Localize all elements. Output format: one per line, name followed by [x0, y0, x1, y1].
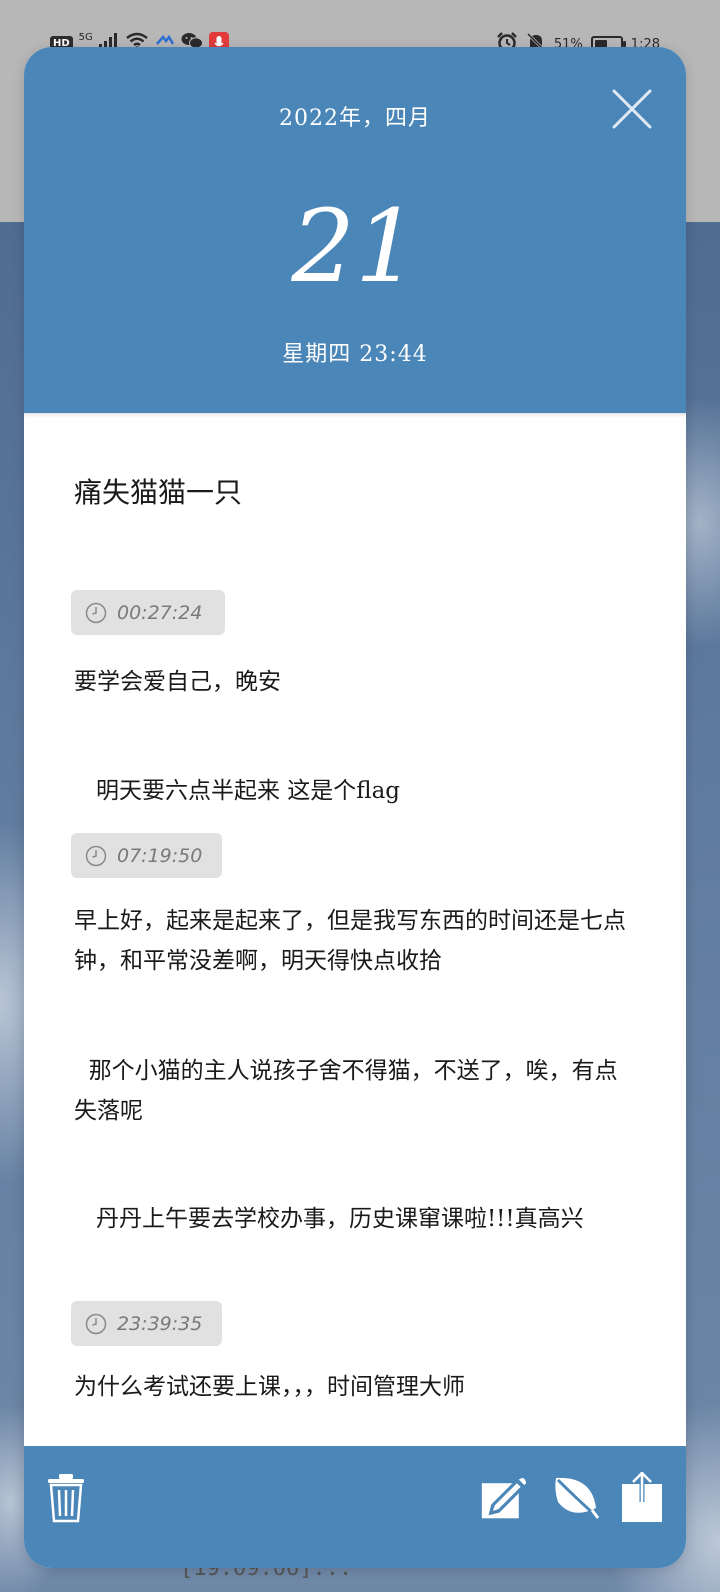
day-number: 21 [291, 188, 419, 305]
leaf-icon [555, 1477, 600, 1519]
share-icon [622, 1472, 662, 1522]
action-toolbar [24, 1446, 686, 1568]
clock-icon [85, 845, 107, 867]
trash-icon [48, 1474, 84, 1523]
theme-button[interactable] [552, 1472, 600, 1524]
note-content[interactable]: 痛失猫猫一只 00:27:24 要学会爱自己，晚安 明天要六点半起来 这是个fl… [24, 413, 686, 1446]
edit-icon [481, 1477, 527, 1519]
note-title: 痛失猫猫一只 [74, 476, 243, 509]
timestamp-text: 23:39:35 [117, 1312, 203, 1335]
note-entry: 要学会爱自己，晚安 [74, 669, 281, 695]
edit-button[interactable] [480, 1472, 528, 1524]
note-entry: 为什么考试还要上课，，，时间管理大师 [74, 1374, 465, 1400]
timestamp-text: 00:27:24 [117, 601, 203, 624]
network-type: 5G [78, 31, 93, 43]
timestamp-badge: 00:27:24 [71, 590, 225, 635]
timestamp-text: 07:19:50 [117, 844, 203, 867]
delete-button[interactable] [42, 1472, 90, 1524]
timestamp-badge: 07:19:50 [71, 833, 222, 878]
close-button[interactable] [610, 87, 654, 131]
share-button[interactable] [618, 1472, 666, 1524]
note-detail-card: 2022年，四月 21 星期四 23:44 痛失猫猫一只 00:27:24 要学… [24, 47, 686, 1568]
timestamp-badge: 23:39:35 [71, 1301, 222, 1346]
date-header: 2022年，四月 21 星期四 23:44 [24, 47, 686, 413]
clock-icon [85, 602, 107, 624]
weekday-time: 星期四 23:44 [282, 342, 428, 367]
clock-icon [85, 1313, 107, 1335]
month-title: 2022年，四月 [279, 106, 431, 131]
note-entry: 早上好，起来是起来了，但是我写东西的时间还是七点钟，和平常没差啊，明天得快点收拾 [74, 908, 626, 974]
note-entry: 那个小猫的主人说孩子舍不得猫，不送了，唉，有点失落呢 [74, 1058, 618, 1124]
close-icon [612, 89, 652, 129]
note-entry: 明天要六点半起来 这是个flag [74, 778, 401, 804]
note-entry: 丹丹上午要去学校办事，历史课窜课啦!!!真高兴 [74, 1206, 584, 1232]
